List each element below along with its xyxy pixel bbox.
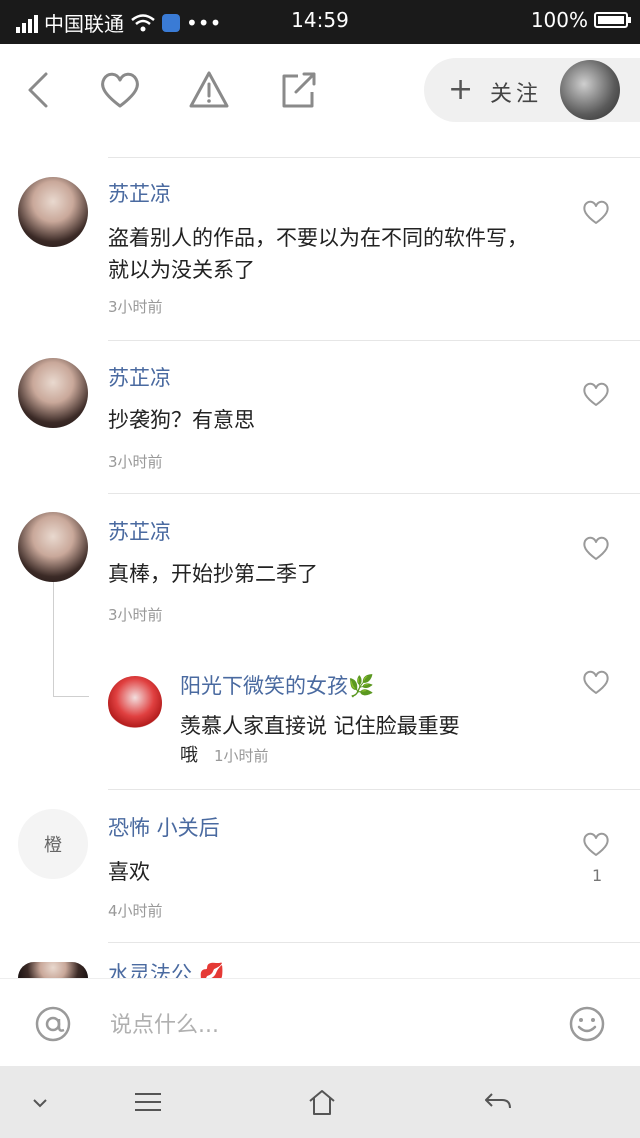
avatar[interactable] <box>18 962 88 978</box>
reply-author[interactable]: 阳光下微笑的女孩🌿 <box>180 670 374 700</box>
battery-icon <box>594 12 631 28</box>
thread-line <box>53 696 89 697</box>
divider <box>108 340 640 341</box>
comment-author[interactable]: 水灵法公 💋 <box>108 958 225 978</box>
back-icon[interactable] <box>482 1086 514 1118</box>
comment-time: 4小时前 <box>108 902 163 920</box>
status-bar: 中国联通 ••• 14:59 100% <box>0 0 640 44</box>
comment-time: 3小时前 <box>108 606 163 624</box>
comment-author[interactable]: 恐怖 小关后 <box>108 812 220 842</box>
avatar[interactable]: 橙 <box>18 809 88 879</box>
like-heart-icon[interactable] <box>582 831 610 857</box>
comment-author[interactable]: 苏芷凉 <box>108 362 171 392</box>
reply-time: 1小时前 <box>214 747 269 765</box>
chevron-down-icon[interactable] <box>24 1086 56 1118</box>
like-heart-icon[interactable] <box>582 535 610 561</box>
divider <box>108 493 640 494</box>
back-arrow-icon[interactable] <box>18 68 62 112</box>
comment-time: 3小时前 <box>108 298 163 316</box>
divider <box>108 789 640 790</box>
follow-label: 关注 <box>490 82 543 107</box>
clock: 14:59 <box>291 8 349 32</box>
author-avatar[interactable] <box>560 60 620 120</box>
avatar[interactable] <box>18 177 88 247</box>
menu-icon[interactable] <box>132 1086 164 1118</box>
system-nav-bar <box>0 1066 640 1138</box>
comment-text[interactable]: 抄袭狗？有意思 <box>108 404 548 436</box>
follow-button[interactable]: + 关注 <box>424 58 640 122</box>
home-icon[interactable] <box>306 1086 338 1118</box>
comment-text[interactable]: 喜欢 <box>108 856 548 888</box>
like-heart-icon[interactable] <box>582 381 610 407</box>
like-count: 1 <box>592 866 603 885</box>
like-heart-icon[interactable] <box>582 669 610 695</box>
comment-input-bar: 说点什么... <box>0 978 640 1067</box>
heart-icon[interactable] <box>98 68 142 112</box>
comment-text[interactable]: 真棒，开始抄第二季了 <box>108 558 548 590</box>
thread-line <box>53 582 54 696</box>
comment-input[interactable]: 说点什么... <box>110 1007 219 1039</box>
share-icon[interactable] <box>276 68 320 112</box>
like-heart-icon[interactable] <box>582 199 610 225</box>
divider <box>108 157 640 158</box>
comment-time: 3小时前 <box>108 453 163 471</box>
battery-percent: 100% <box>530 8 588 32</box>
emoji-icon[interactable] <box>568 1005 606 1043</box>
avatar[interactable] <box>18 512 88 582</box>
warning-icon[interactable] <box>187 68 231 112</box>
comment-author[interactable]: 苏芷凉 <box>108 178 171 208</box>
reply-text[interactable]: 羡慕人家直接说 记住脸最重要 <box>180 710 560 742</box>
plus-icon: + <box>448 72 474 107</box>
comment-author[interactable]: 苏芷凉 <box>108 516 171 546</box>
at-icon[interactable] <box>34 1005 72 1043</box>
top-toolbar: + 关注 <box>0 44 640 136</box>
divider <box>108 942 640 943</box>
reply-avatar[interactable] <box>108 676 162 730</box>
comment-text[interactable]: 盗着别人的作品，不要以为在不同的软件写，就以为没关系了 <box>108 222 548 286</box>
avatar[interactable] <box>18 358 88 428</box>
